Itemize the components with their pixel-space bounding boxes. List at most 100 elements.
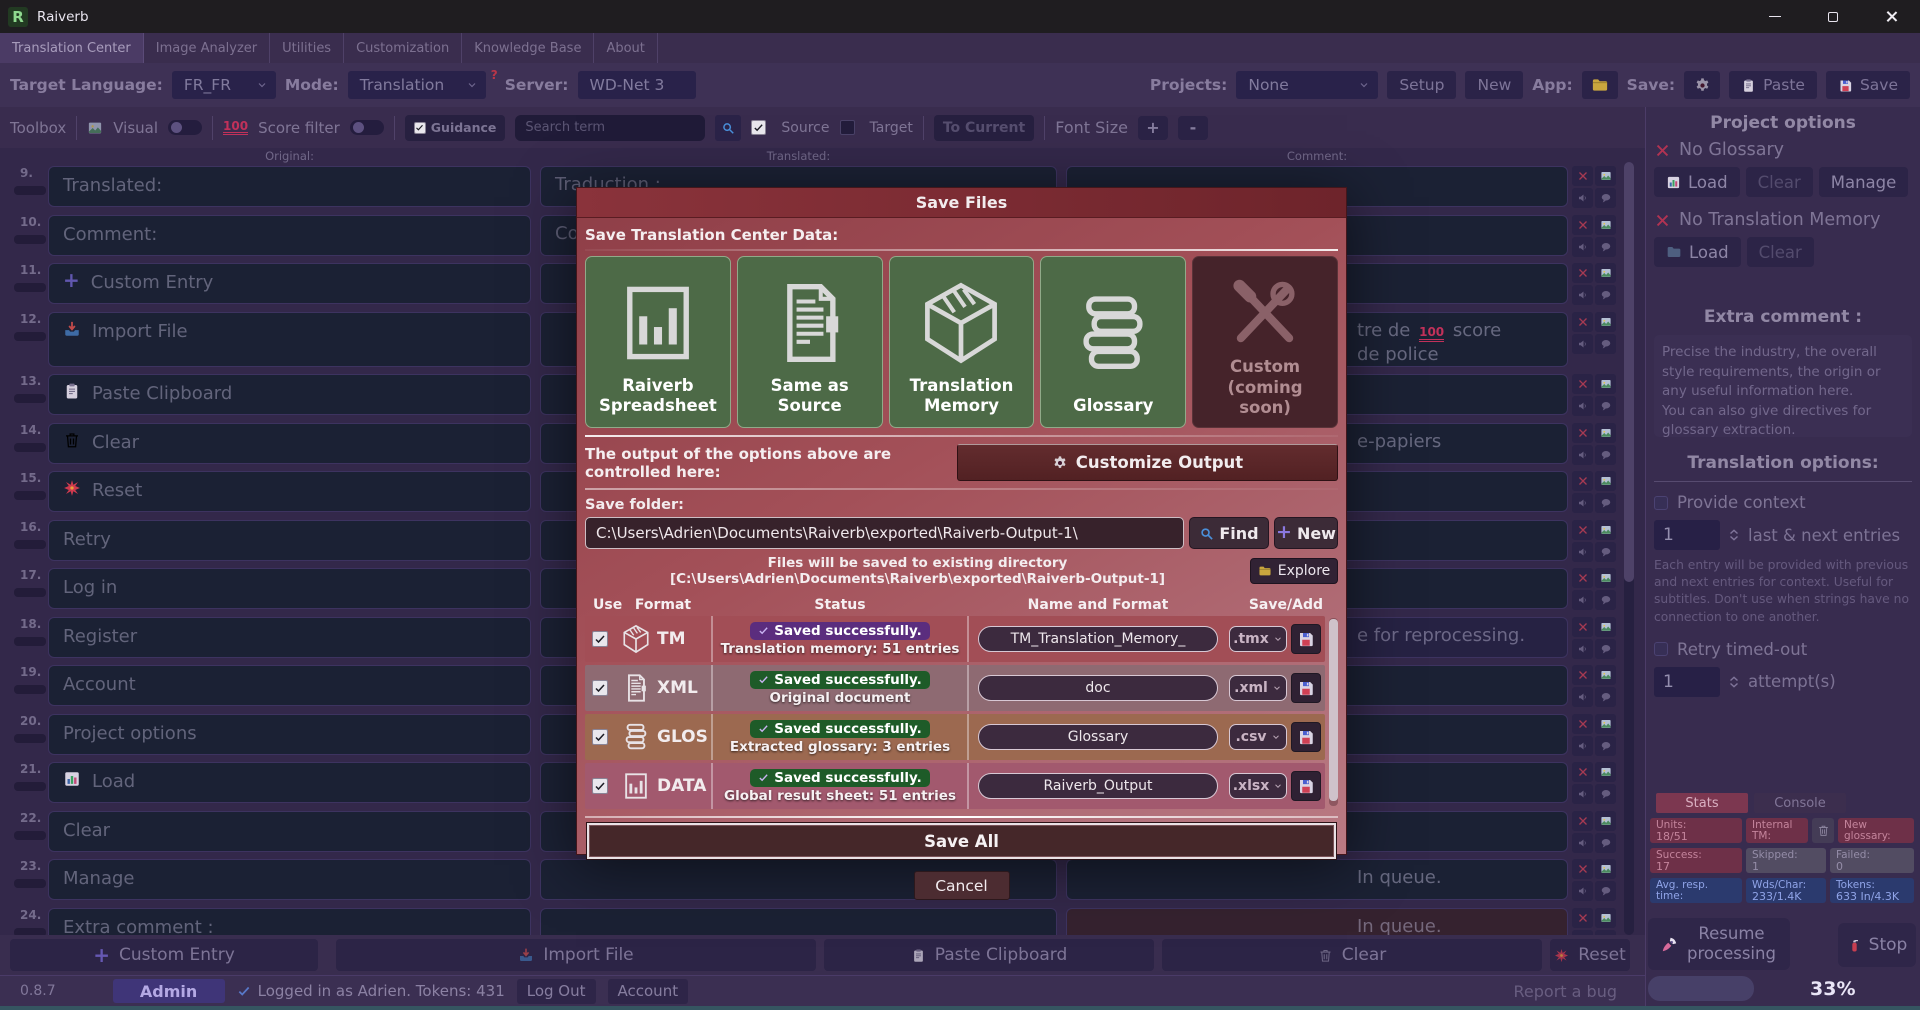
delete-row-button[interactable] bbox=[1572, 166, 1593, 186]
original-cell-manage[interactable]: Manage bbox=[48, 859, 531, 900]
row-drag-handle[interactable] bbox=[14, 685, 46, 694]
row-tts-button[interactable] bbox=[1572, 396, 1593, 416]
delete-row-button[interactable] bbox=[1572, 665, 1593, 685]
minimize-button[interactable] bbox=[1746, 0, 1804, 33]
projects-select[interactable]: None bbox=[1236, 71, 1378, 99]
row-comment-button[interactable] bbox=[1595, 334, 1616, 354]
save-folder-input[interactable] bbox=[585, 517, 1184, 549]
row-tts-button[interactable] bbox=[1572, 784, 1593, 804]
menu-tab-customization[interactable]: Customization bbox=[344, 33, 462, 63]
row-comment-button[interactable] bbox=[1595, 188, 1616, 208]
export-tile-same-as-source[interactable]: Same as Source bbox=[737, 256, 883, 428]
source-checkbox[interactable] bbox=[751, 120, 766, 135]
report-bug-link[interactable]: Report a bug bbox=[1514, 982, 1617, 1001]
row-tts-button[interactable] bbox=[1572, 334, 1593, 354]
row-drag-handle[interactable] bbox=[14, 540, 46, 549]
row-image-button[interactable] bbox=[1595, 374, 1616, 394]
save-all-button[interactable]: Save All bbox=[587, 823, 1336, 859]
row-drag-handle[interactable] bbox=[14, 879, 46, 888]
row-comment-button[interactable] bbox=[1595, 833, 1616, 853]
save-file-button[interactable] bbox=[1291, 673, 1321, 703]
retry-checkbox[interactable] bbox=[1654, 642, 1668, 656]
original-cell-translated[interactable]: Translated: bbox=[48, 166, 531, 207]
row-image-button[interactable] bbox=[1595, 714, 1616, 734]
row-tts-button[interactable] bbox=[1572, 445, 1593, 465]
delete-row-button[interactable] bbox=[1572, 811, 1593, 831]
file-name-input[interactable]: TM_Translation_Memory_ bbox=[978, 626, 1218, 652]
target-language-select[interactable]: FR_FR bbox=[172, 71, 276, 99]
original-cell-comment[interactable]: Comment: bbox=[48, 215, 531, 256]
row-tts-button[interactable] bbox=[1572, 639, 1593, 659]
search-button[interactable] bbox=[715, 115, 741, 141]
delete-row-button[interactable] bbox=[1572, 312, 1593, 332]
original-cell-clear[interactable]: Clear bbox=[48, 423, 531, 464]
delete-row-button[interactable] bbox=[1572, 263, 1593, 283]
row-drag-handle[interactable] bbox=[14, 491, 46, 500]
row-comment-button[interactable] bbox=[1595, 590, 1616, 610]
original-cell-clear[interactable]: Clear bbox=[48, 811, 531, 852]
row-image-button[interactable] bbox=[1595, 762, 1616, 782]
delete-row-button[interactable] bbox=[1572, 520, 1593, 540]
extension-select[interactable]: .csv bbox=[1229, 724, 1287, 750]
delete-row-button[interactable] bbox=[1572, 471, 1593, 491]
font-size-decrease-button[interactable]: - bbox=[1178, 116, 1208, 140]
new-folder-button[interactable]: + New bbox=[1274, 517, 1338, 549]
delete-row-button[interactable] bbox=[1572, 374, 1593, 394]
glossary-load-button[interactable]: Load bbox=[1654, 167, 1740, 197]
row-image-button[interactable] bbox=[1595, 568, 1616, 588]
target-checkbox[interactable] bbox=[840, 120, 855, 135]
use-checkbox[interactable] bbox=[592, 680, 608, 696]
paste-clipboard-button[interactable]: Paste Clipboard bbox=[824, 939, 1154, 971]
menu-tab-image-analyzer[interactable]: Image Analyzer bbox=[144, 33, 270, 63]
custom-entry-button[interactable]: + Custom Entry bbox=[10, 939, 318, 971]
setup-button[interactable]: Setup bbox=[1387, 71, 1456, 99]
app-folder-button[interactable] bbox=[1582, 71, 1618, 99]
row-comment-button[interactable] bbox=[1595, 445, 1616, 465]
new-project-button[interactable]: New bbox=[1465, 71, 1523, 99]
delete-row-button[interactable] bbox=[1572, 215, 1593, 235]
stop-button[interactable]: Stop bbox=[1838, 923, 1916, 967]
row-drag-handle[interactable] bbox=[14, 332, 46, 341]
row-image-button[interactable] bbox=[1595, 811, 1616, 831]
original-cell-project-options[interactable]: Project options bbox=[48, 714, 531, 755]
clear-tm-button[interactable] bbox=[1812, 818, 1834, 843]
original-cell-reset[interactable]: Reset bbox=[48, 471, 531, 512]
row-drag-handle[interactable] bbox=[14, 394, 46, 403]
row-drag-handle[interactable] bbox=[14, 831, 46, 840]
original-cell-log-in[interactable]: Log in bbox=[48, 568, 531, 609]
row-drag-handle[interactable] bbox=[14, 283, 46, 292]
row-comment-button[interactable] bbox=[1595, 881, 1616, 901]
row-tts-button[interactable] bbox=[1572, 736, 1593, 756]
row-comment-button[interactable] bbox=[1595, 542, 1616, 562]
explore-button[interactable]: Explore bbox=[1250, 558, 1338, 584]
import-file-button[interactable]: Import File bbox=[336, 939, 816, 971]
tm-clear-button[interactable]: Clear bbox=[1747, 237, 1814, 267]
delete-row-button[interactable] bbox=[1572, 423, 1593, 443]
extension-select[interactable]: .xlsx bbox=[1229, 773, 1287, 799]
score-filter-toggle[interactable] bbox=[350, 120, 384, 135]
original-cell-retry[interactable]: Retry bbox=[48, 520, 531, 561]
context-count-input[interactable]: 1 bbox=[1654, 520, 1720, 550]
row-image-button[interactable] bbox=[1595, 263, 1616, 283]
guidance-button[interactable]: Guidance bbox=[405, 115, 506, 141]
row-drag-handle[interactable] bbox=[14, 734, 46, 743]
row-drag-handle[interactable] bbox=[14, 637, 46, 646]
export-tile-raiverb-spreadsheet[interactable]: Raiverb Spreadsheet bbox=[585, 256, 731, 428]
row-image-button[interactable] bbox=[1595, 665, 1616, 685]
row-tts-button[interactable] bbox=[1572, 881, 1593, 901]
original-cell-register[interactable]: Register bbox=[48, 617, 531, 658]
file-name-input[interactable]: Glossary bbox=[978, 724, 1218, 750]
row-tts-button[interactable] bbox=[1572, 687, 1593, 707]
row-image-button[interactable] bbox=[1595, 471, 1616, 491]
row-drag-handle[interactable] bbox=[14, 588, 46, 597]
scrollbar-thumb[interactable] bbox=[1624, 162, 1634, 582]
visual-toggle[interactable] bbox=[168, 120, 202, 135]
row-image-button[interactable] bbox=[1595, 215, 1616, 235]
extra-comment-textarea[interactable]: Precise the industry, the overall style … bbox=[1654, 335, 1912, 437]
row-image-button[interactable] bbox=[1595, 520, 1616, 540]
row-comment-button[interactable] bbox=[1595, 784, 1616, 804]
log-out-button[interactable]: Log Out bbox=[517, 979, 596, 1004]
find-folder-button[interactable]: Find bbox=[1189, 517, 1269, 549]
original-cell-import-file[interactable]: Import File bbox=[48, 312, 531, 367]
save-file-button[interactable] bbox=[1291, 722, 1321, 752]
